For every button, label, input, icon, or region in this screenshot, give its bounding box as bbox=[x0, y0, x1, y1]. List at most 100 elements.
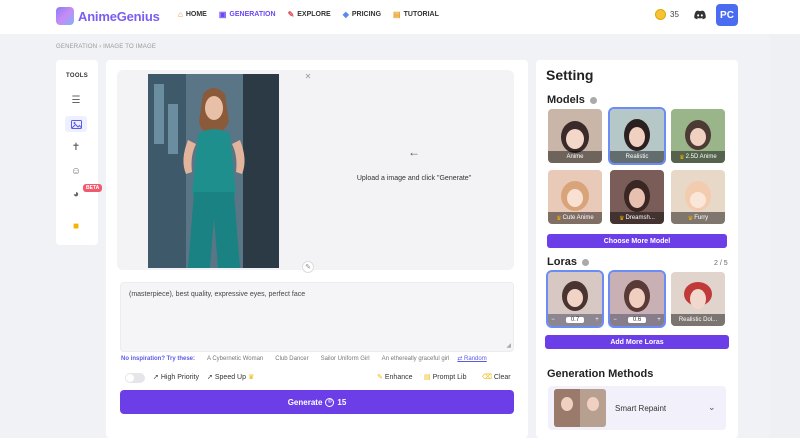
model-card-cute-anime[interactable]: ♛ Cute Anime bbox=[548, 170, 602, 224]
speed-up-option[interactable]: ➚ Speed Up ♛ bbox=[207, 373, 255, 382]
page-scrollbar[interactable] bbox=[770, 34, 800, 438]
nav-home[interactable]: ⌂ HOME bbox=[178, 10, 207, 19]
text-to-image-tool[interactable]: ☰ bbox=[65, 92, 87, 108]
face-tool[interactable]: ☺ bbox=[65, 163, 87, 179]
lora-card[interactable]: − 0.7 + bbox=[546, 270, 604, 328]
resize-handle-icon[interactable]: ◢ bbox=[506, 342, 511, 349]
lora-weight-value[interactable]: 0.7 bbox=[565, 317, 585, 323]
lora-weight-value[interactable]: 0.6 bbox=[627, 317, 647, 323]
arrow-left-icon: ← bbox=[408, 145, 420, 159]
nav-tutorial[interactable]: ▤ TUTORIAL bbox=[393, 10, 439, 19]
folder-icon: ■ bbox=[72, 220, 80, 232]
coin-icon bbox=[655, 9, 666, 20]
random-link[interactable]: ⇄ Random bbox=[457, 355, 486, 362]
person-icon: ✝ bbox=[71, 141, 81, 153]
wand-icon: ✎ bbox=[377, 374, 383, 381]
settings-title: Setting bbox=[546, 67, 594, 83]
crown-icon: ♛ bbox=[679, 154, 685, 161]
nav-explore[interactable]: ✎ EXPLORE bbox=[288, 10, 331, 19]
discord-icon[interactable] bbox=[692, 7, 708, 23]
upload-dropzone[interactable]: ← Upload a image and click "Generate" bbox=[322, 145, 506, 182]
image-to-image-tool[interactable] bbox=[65, 116, 87, 132]
generation-method-value: Smart Repaint bbox=[615, 404, 667, 413]
lora-weight-stepper: − 0.7 + bbox=[548, 314, 602, 326]
face-icon: ☺ bbox=[70, 165, 82, 177]
prompt-text: (masterpiece), best quality, expressive … bbox=[129, 291, 306, 298]
inspiration-chip[interactable]: An ethereally graceful girl bbox=[382, 356, 450, 362]
clear-button[interactable]: ⌫ Clear bbox=[482, 373, 511, 382]
main-nav: ⌂ HOME ▣ GENERATION ✎ EXPLORE ◆ PRICING ▤ TUT… bbox=[178, 10, 439, 19]
lora-weight-stepper: − 0.6 + bbox=[610, 314, 664, 326]
crown-icon: ♛ bbox=[556, 215, 562, 222]
pricing-icon: ◆ bbox=[342, 10, 349, 19]
crown-icon: ♛ bbox=[687, 215, 694, 222]
rocket-icon: ➚ bbox=[153, 374, 159, 381]
nav-generation[interactable]: ▣ GENERATION bbox=[219, 10, 276, 19]
plus-button[interactable]: + bbox=[654, 317, 664, 323]
breadcrumb: GENERATION › IMAGE TO IMAGE bbox=[56, 44, 157, 50]
pencil-icon: ✎ bbox=[305, 264, 311, 271]
coin-balance[interactable]: 35 bbox=[655, 9, 679, 20]
inspiration-row: No inspiration? Try these: A Cybernetic … bbox=[121, 355, 487, 363]
prompt-input[interactable]: (masterpiece), best quality, expressive … bbox=[120, 282, 514, 352]
method-thumbnail bbox=[554, 389, 606, 427]
palette-icon: ◕ bbox=[72, 188, 80, 200]
model-card-furry[interactable]: ♛ Furry bbox=[671, 170, 725, 224]
info-icon[interactable] bbox=[581, 258, 589, 266]
beta-badge: BETA bbox=[83, 184, 103, 192]
brand-logo[interactable]: AnimeGenius bbox=[56, 5, 160, 27]
inspiration-label: No inspiration? Try these: bbox=[121, 355, 196, 362]
book-icon: ▤ bbox=[424, 374, 431, 381]
top-nav-bar: AnimeGenius ⌂ HOME ▣ GENERATION ✎ EXPLORE ◆… bbox=[0, 0, 800, 34]
uploaded-photo bbox=[148, 74, 279, 268]
generation-icon: ▣ bbox=[218, 10, 227, 19]
broom-icon: ⌫ bbox=[482, 374, 492, 381]
info-icon[interactable] bbox=[589, 96, 597, 104]
text-lines-icon: ☰ bbox=[71, 94, 81, 106]
tools-title: TOOLS bbox=[66, 73, 89, 79]
inspiration-chip[interactable]: Club Dancer bbox=[275, 356, 308, 362]
minus-button[interactable]: − bbox=[610, 317, 620, 323]
crown-icon: ♛ bbox=[248, 374, 255, 381]
inspiration-chip[interactable]: Sailor Uniform Girl bbox=[321, 356, 370, 362]
plus-button[interactable]: + bbox=[592, 317, 602, 323]
priority-toggle[interactable] bbox=[125, 373, 145, 383]
avatar[interactable]: PC bbox=[716, 4, 738, 26]
choose-more-model-button[interactable]: Choose More Model bbox=[547, 234, 727, 248]
generation-methods-heading: Generation Methods bbox=[547, 368, 654, 380]
loras-count: 2 / 5 bbox=[714, 260, 728, 267]
home-icon: ⌂ bbox=[178, 10, 183, 19]
nav-pricing[interactable]: ◆ PRICING bbox=[343, 10, 381, 19]
model-card-realistic[interactable]: Realistic bbox=[608, 107, 666, 165]
folder-tool[interactable]: ■ bbox=[65, 218, 87, 234]
lora-card[interactable]: Realistic Dol... bbox=[671, 272, 725, 326]
brand-name: AnimeGenius bbox=[78, 8, 160, 24]
prompt-lib-button[interactable]: ▤ Prompt Lib bbox=[424, 373, 466, 382]
model-card-dreamshaper[interactable]: ♛ Dreamsh... bbox=[610, 170, 664, 224]
model-card-anime[interactable]: Anime bbox=[548, 109, 602, 163]
lora-card[interactable]: − 0.6 + bbox=[608, 270, 666, 328]
minus-button[interactable]: − bbox=[548, 317, 558, 323]
add-more-loras-button[interactable]: Add More Loras bbox=[545, 335, 729, 349]
edit-image-button[interactable]: ✎ bbox=[302, 261, 314, 273]
inspiration-chip[interactable]: A Cybernetic Woman bbox=[207, 356, 263, 362]
models-heading: Models bbox=[547, 94, 597, 106]
options-row: ➚ High Priority ➚ Speed Up ♛ ✎ Enhance ▤ Prom… bbox=[125, 372, 515, 384]
tutorial-icon: ▤ bbox=[393, 10, 401, 19]
logo-icon bbox=[56, 7, 74, 25]
upload-hint-text: Upload a image and click "Generate" bbox=[356, 175, 472, 182]
image-icon bbox=[70, 119, 82, 129]
chevron-down-icon[interactable]: ⌄ bbox=[708, 402, 716, 413]
crown-icon: ♛ bbox=[619, 215, 625, 222]
tools-sidebar: TOOLS ☰ ✝ ☺ ◕ ■ bbox=[56, 60, 98, 245]
loras-heading: Loras bbox=[547, 256, 589, 268]
high-priority-option[interactable]: ➚ High Priority bbox=[153, 373, 199, 382]
coin-icon: © bbox=[325, 397, 335, 407]
enhance-button[interactable]: ✎ Enhance bbox=[377, 373, 413, 382]
pose-tool[interactable]: ✝ bbox=[65, 139, 87, 155]
remove-image-button[interactable]: ✕ bbox=[303, 71, 313, 81]
generate-button[interactable]: Generate © 15 bbox=[120, 390, 514, 414]
model-card-25d-anime[interactable]: ♛ 2.5D Anime bbox=[671, 109, 725, 163]
rocket-icon: ➚ bbox=[207, 374, 213, 381]
explore-icon: ✎ bbox=[287, 10, 295, 19]
